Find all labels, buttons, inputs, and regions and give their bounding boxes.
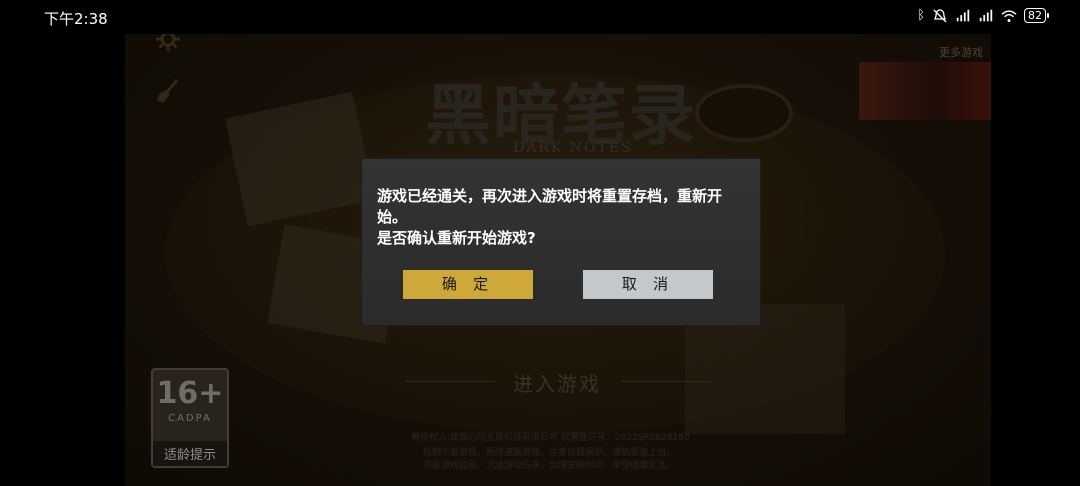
status-bar: 下午2:38 ᛒ 82 — [0, 0, 1080, 34]
status-icons: ᛒ 82 — [917, 8, 1049, 23]
signal-hd-2-icon — [979, 9, 993, 21]
cancel-button[interactable]: 取 消 — [583, 270, 713, 299]
status-time: 下午2:38 — [44, 10, 108, 28]
wifi-icon — [1001, 9, 1017, 22]
dialog-message-line: 游戏已经通关，再次进入游戏时将重置存档，重新开 — [377, 187, 723, 205]
dialog-message-line: 始。 — [377, 208, 408, 226]
battery-icon: 82 — [1024, 8, 1049, 23]
signal-hd-1-icon — [956, 9, 970, 21]
dialog-message: 游戏已经通关，再次进入游戏时将重置存档，重新开 始。 是否确认重新开始游戏? — [377, 186, 747, 249]
bluetooth-icon: ᛒ — [917, 8, 925, 23]
mute-icon — [933, 8, 947, 22]
dialog-message-line: 是否确认重新开始游戏? — [377, 229, 536, 247]
restart-confirm-dialog: 游戏已经通关，再次进入游戏时将重置存档，重新开 始。 是否确认重新开始游戏? 确… — [361, 158, 761, 326]
confirm-button[interactable]: 确 定 — [403, 270, 533, 299]
